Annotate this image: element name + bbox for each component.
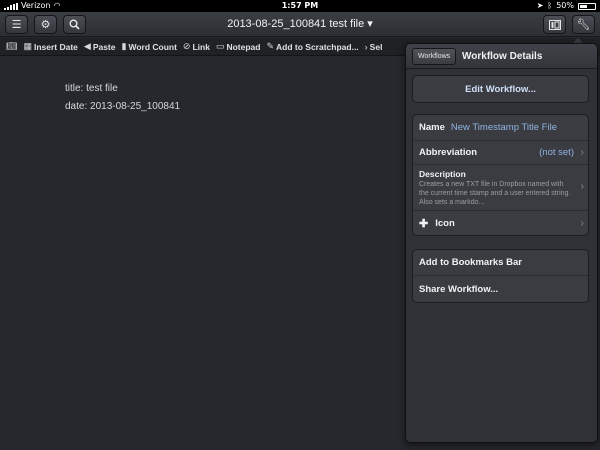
bluetooth-icon: ᛒ [547,1,553,10]
toolbar-item-insert-date[interactable]: ▦ Insert Date [23,41,77,52]
title-bar: ☰ ⚙ 2013-08-25_100841 test file ▾ 🔧︎ [0,12,600,37]
share-workflow-label: Share Workflow... [419,283,499,295]
notepad-icon: ▭ [215,41,225,51]
editor-line-title: title: test file [65,83,118,94]
toolbar-item-add-to-scratchpad[interactable]: ✎ Add to Scratchpad... [266,41,358,52]
book-icon: 📖︎ [6,41,18,51]
edit-workflow-group: Edit Workflow... [412,75,589,103]
name-row[interactable]: Name New Timestamp Title File [413,115,588,141]
battery-percent: 50% [556,1,574,10]
search-icon [69,19,80,30]
preview-icon [548,19,561,30]
toolbar-label: Link [192,41,210,52]
edit-icon: ✎ [266,41,275,51]
add-to-bookmarks-button[interactable]: Add to Bookmarks Bar [413,250,588,276]
edit-workflow-label: Edit Workflow... [465,83,536,95]
share-workflow-button[interactable]: Share Workflow... [413,276,588,302]
toolbar-item-notepad[interactable]: ▭ Notepad [216,41,261,52]
share-group: Add to Bookmarks Bar Share Workflow... [412,249,589,303]
toolbar-label: Notepad [226,41,261,52]
chevron-right-icon: › [580,147,584,158]
toolbar-item-select[interactable]: › Sel [365,42,383,52]
battery-icon [578,2,596,10]
chevron-right-icon: › [364,41,368,52]
menu-button[interactable]: ☰ [5,15,28,34]
workflow-info-group: Name New Timestamp Title File Abbreviati… [412,114,589,236]
location-icon: ➤ [536,1,544,10]
toolbar-label: Paste [92,41,116,52]
workflows-back-button[interactable]: Workflows [412,48,457,65]
preview-button[interactable] [543,15,566,34]
add-to-bookmarks-label: Add to Bookmarks Bar [419,257,522,268]
settings-button[interactable]: ⚙ [34,15,57,34]
name-value: New Timestamp Title File [450,122,557,133]
toolbar-label: Insert Date [33,41,78,52]
popover-title: Workflow Details [462,51,543,62]
chevron-right-icon: › [580,217,584,229]
toolbar-item-paste[interactable]: ◀ Paste [84,41,116,52]
abbreviation-row[interactable]: Abbreviation (not set) › [413,141,588,165]
status-right-group: ➤ ᛒ 50% [537,0,596,12]
abbreviation-value: (not set) [539,147,574,158]
chevron-right-icon: › [580,181,584,192]
search-button[interactable] [63,15,86,34]
abbreviation-label: Abbreviation [419,147,478,158]
document-title[interactable]: 2013-08-25_100841 test file ▾ [150,12,450,37]
calendar-icon: ▦ [23,41,32,51]
status-bar: Verizon ◠ 1:57 PM ➤ ᛒ 50% [0,0,600,12]
toolbar-item-word-count[interactable]: ▮ Word Count [122,41,177,52]
toolbar-item-link[interactable]: ⊘ Link [183,41,210,52]
name-label: Name [419,122,445,133]
description-row[interactable]: Description Creates a new TXT file in Dr… [413,165,588,211]
editor-line-date: date: 2013-08-25_100841 [65,101,181,112]
workflow-details-popover: Workflows Workflow Details Edit Workflow… [405,43,598,443]
icon-label: Icon [435,217,455,229]
menu-icon: ☰ [11,18,22,31]
paste-icon: ◀ [83,41,91,51]
text-editor[interactable]: title: test file date: 2013-08-25_100841 [0,57,405,450]
workflow-button[interactable]: 🔧︎ [572,15,595,34]
edit-workflow-button[interactable]: Edit Workflow... [413,76,588,102]
toolbar-label: Add to Scratchpad... [276,41,359,52]
description-label: Description [419,168,466,179]
wrench-icon: 🔧︎ [576,18,591,31]
toolbar-label: Word Count [128,41,177,52]
link-icon: ⊘ [182,41,191,51]
plus-icon: ✚ [419,217,429,230]
icon-row[interactable]: ✚ Icon › [413,211,588,235]
toolbar-item-bookmarks[interactable]: 📖︎ [6,41,17,52]
popover-header: Workflows Workflow Details [406,44,597,69]
gear-icon: ⚙ [40,18,51,31]
bar-chart-icon: ▮ [121,41,127,51]
toolbar-label: Sel [369,41,383,52]
status-time: 1:57 PM [281,1,319,10]
description-text: Creates a new TXT file in Dropbox named … [419,180,571,206]
